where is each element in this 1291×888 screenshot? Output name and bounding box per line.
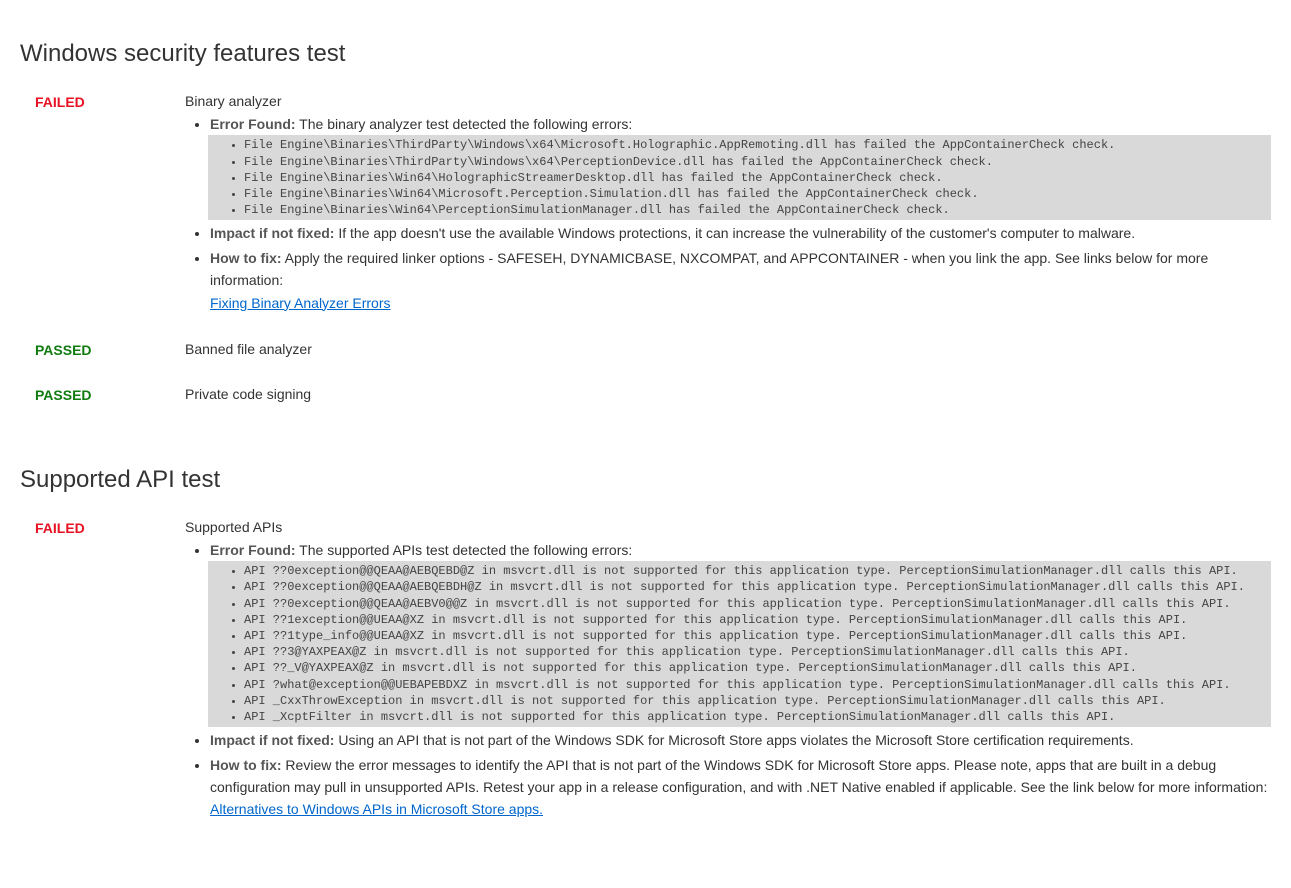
error-line: API ??3@YAXPEAX@Z in msvcrt.dll is not s…	[232, 644, 1263, 660]
error-code-list: API ??0exception@@QEAA@AEBQEBD@Z in msvc…	[208, 561, 1271, 727]
error-found-text: The binary analyzer test detected the fo…	[296, 116, 633, 132]
fix-label: How to fix:	[210, 250, 282, 266]
error-line: API ??1exception@@UEAA@XZ in msvcrt.dll …	[232, 612, 1263, 628]
error-found-text: The supported APIs test detected the fol…	[296, 542, 633, 558]
impact-item: Impact if not fixed: If the app doesn't …	[210, 222, 1271, 244]
test-name: Supported APIs	[185, 519, 1271, 535]
error-line: File Engine\Binaries\ThirdParty\Windows\…	[232, 137, 1263, 153]
error-found-item: Error Found: The supported APIs test det…	[210, 539, 1271, 727]
error-line: API _XcptFilter in msvcrt.dll is not sup…	[232, 709, 1263, 725]
section-title: Windows security features test	[20, 40, 1271, 68]
error-line: File Engine\Binaries\Win64\HolographicSt…	[232, 170, 1263, 186]
status-badge: PASSED	[35, 341, 185, 361]
fix-item: How to fix: Apply the required linker op…	[210, 247, 1271, 314]
test-row: FAILED Supported APIs Error Found: The s…	[20, 519, 1271, 823]
error-line: API ??1type_info@@UEAA@XZ in msvcrt.dll …	[232, 628, 1263, 644]
test-row: PASSED Private code signing	[20, 386, 1271, 406]
test-row: FAILED Binary analyzer Error Found: The …	[20, 93, 1271, 316]
error-line: File Engine\Binaries\Win64\Microsoft.Per…	[232, 186, 1263, 202]
test-name: Binary analyzer	[185, 93, 1271, 109]
impact-text: Using an API that is not part of the Win…	[334, 732, 1133, 748]
fix-link[interactable]: Alternatives to Windows APIs in Microsof…	[210, 801, 543, 817]
error-found-label: Error Found:	[210, 542, 296, 558]
impact-label: Impact if not fixed:	[210, 732, 334, 748]
test-name: Banned file analyzer	[185, 341, 1271, 357]
error-line: File Engine\Binaries\Win64\PerceptionSim…	[232, 202, 1263, 218]
status-badge: FAILED	[35, 519, 185, 823]
status-badge: PASSED	[35, 386, 185, 406]
error-line: API ?what@exception@@UEBAPEBDXZ in msvcr…	[232, 677, 1263, 693]
test-row: PASSED Banned file analyzer	[20, 341, 1271, 361]
fix-text: Apply the required linker options - SAFE…	[210, 250, 1208, 288]
error-line: API ??_V@YAXPEAX@Z in msvcrt.dll is not …	[232, 660, 1263, 676]
fix-link[interactable]: Fixing Binary Analyzer Errors	[210, 295, 391, 311]
test-detail: Private code signing	[185, 386, 1271, 406]
error-code-list: File Engine\Binaries\ThirdParty\Windows\…	[208, 135, 1271, 220]
error-found-item: Error Found: The binary analyzer test de…	[210, 113, 1271, 220]
error-line: API _CxxThrowException in msvcrt.dll is …	[232, 693, 1263, 709]
test-detail: Supported APIs Error Found: The supporte…	[185, 519, 1271, 823]
status-badge: FAILED	[35, 93, 185, 316]
test-detail: Binary analyzer Error Found: The binary …	[185, 93, 1271, 316]
impact-item: Impact if not fixed: Using an API that i…	[210, 729, 1271, 751]
fix-text: Review the error messages to identify th…	[210, 757, 1267, 795]
impact-label: Impact if not fixed:	[210, 225, 334, 241]
test-detail: Banned file analyzer	[185, 341, 1271, 361]
error-line: API ??0exception@@QEAA@AEBQEBDH@Z in msv…	[232, 579, 1263, 595]
error-found-label: Error Found:	[210, 116, 296, 132]
error-line: File Engine\Binaries\ThirdParty\Windows\…	[232, 154, 1263, 170]
section-title: Supported API test	[20, 466, 1271, 494]
error-line: API ??0exception@@QEAA@AEBV0@@Z in msvcr…	[232, 596, 1263, 612]
error-line: API ??0exception@@QEAA@AEBQEBD@Z in msvc…	[232, 563, 1263, 579]
test-name: Private code signing	[185, 386, 1271, 402]
impact-text: If the app doesn't use the available Win…	[334, 225, 1135, 241]
fix-label: How to fix:	[210, 757, 282, 773]
fix-item: How to fix: Review the error messages to…	[210, 754, 1271, 821]
